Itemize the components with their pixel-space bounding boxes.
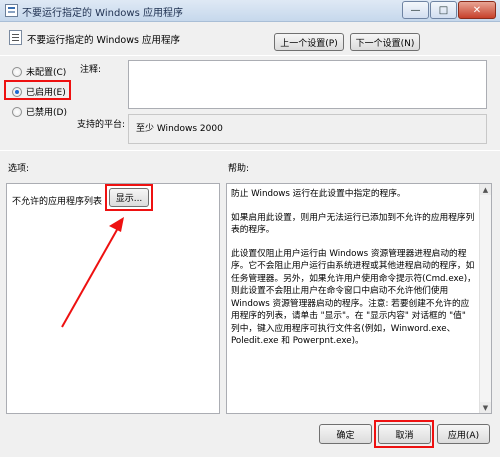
ok-button[interactable]: 确定	[319, 424, 372, 444]
help-text: 防止 Windows 运行在此设置中指定的程序。 如果启用此设置，则用户无法运行…	[231, 188, 476, 359]
help-paragraph: 此设置仅阻止用户运行由 Windows 资源管理器进程启动的程序。它不会阻止用户…	[231, 248, 476, 347]
scroll-down-icon[interactable]: ▼	[480, 402, 491, 413]
help-paragraph: 防止 Windows 运行在此设置中指定的程序。	[231, 189, 406, 199]
cancel-button[interactable]: 取消	[378, 424, 431, 444]
help-paragraph: 如果启用此设置，则用户无法运行已添加到不允许的应用程序列表的程序。	[231, 212, 475, 236]
scroll-up-icon[interactable]: ▲	[480, 184, 491, 195]
help-scrollbar[interactable]: ▲ ▼	[479, 184, 491, 413]
help-pane: 防止 Windows 运行在此设置中指定的程序。 如果启用此设置，则用户无法运行…	[226, 183, 492, 414]
apply-button[interactable]: 应用(A)	[437, 424, 490, 444]
